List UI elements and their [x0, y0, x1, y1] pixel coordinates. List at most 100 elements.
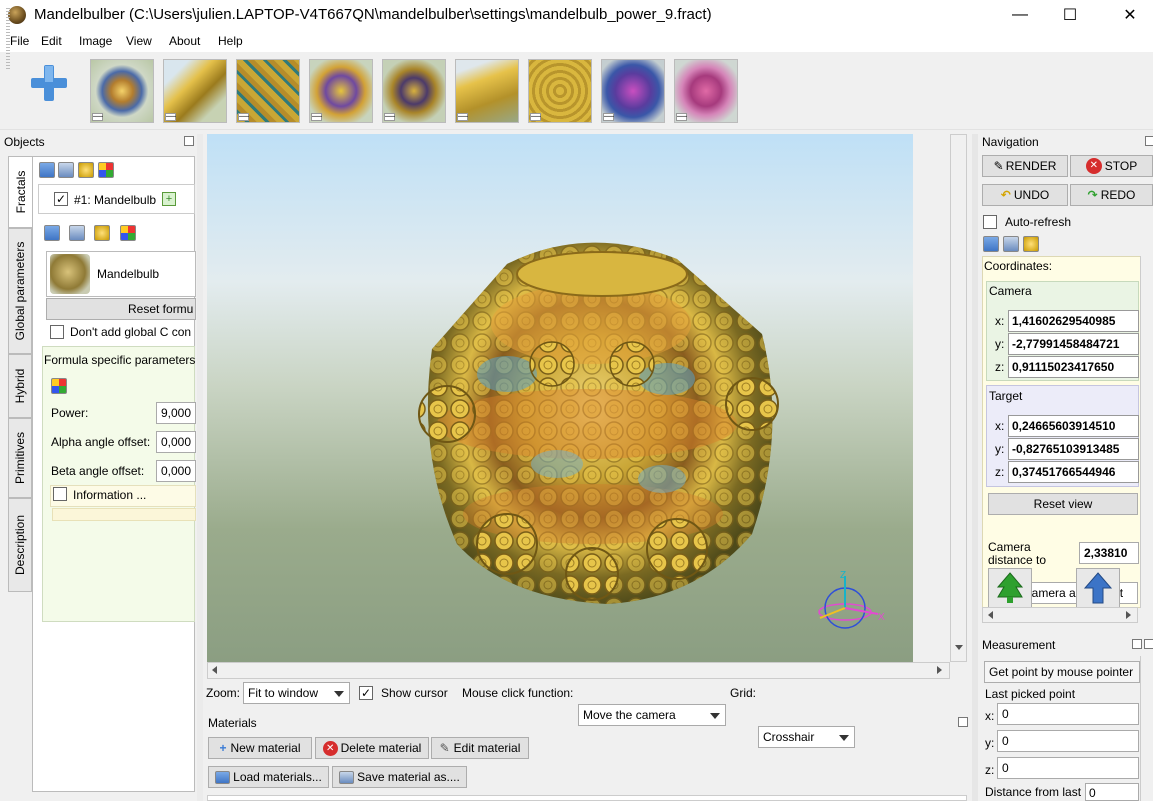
- camera-y-field[interactable]: -2,77991458484721: [1008, 333, 1139, 355]
- navigation-horizontal-scrollbar[interactable]: [982, 607, 1138, 623]
- delete-material-button[interactable]: ✕ Delete material: [315, 737, 429, 759]
- remove-preset-icon[interactable]: —: [238, 112, 249, 122]
- randomize-icon[interactable]: [98, 162, 114, 178]
- power-field[interactable]: 9,000: [156, 402, 196, 424]
- save-material-button[interactable]: Save material as....: [332, 766, 467, 788]
- undo-button[interactable]: ↶ UNDO: [982, 184, 1068, 206]
- target-y-field[interactable]: -0,82765103913485: [1008, 438, 1139, 460]
- menu-about[interactable]: About: [169, 34, 200, 48]
- move-forward-button[interactable]: [988, 568, 1032, 608]
- materials-list[interactable]: [207, 795, 967, 801]
- tab-description[interactable]: Description: [8, 498, 32, 592]
- move-up-button[interactable]: [1076, 568, 1120, 608]
- undock-icon[interactable]: [184, 136, 194, 146]
- maximize-button[interactable]: ☐: [1047, 0, 1093, 30]
- preset-thumbnail-9[interactable]: —: [674, 59, 738, 123]
- randomize-params-icon[interactable]: [51, 378, 67, 394]
- distance-field[interactable]: 0: [1085, 783, 1139, 801]
- preset-thumbnail-5[interactable]: —: [382, 59, 446, 123]
- preset-thumbnail-7[interactable]: —: [528, 59, 592, 123]
- preset-thumbnail-2[interactable]: —: [163, 59, 227, 123]
- remove-preset-icon[interactable]: —: [92, 112, 103, 122]
- tab-hybrid[interactable]: Hybrid: [8, 354, 32, 418]
- remove-preset-icon[interactable]: —: [311, 112, 322, 122]
- alpha-angle-field[interactable]: 0,000: [156, 431, 196, 453]
- measurement-scrollbar[interactable]: [1140, 656, 1153, 801]
- target-z-field[interactable]: 0,37451766544946: [1008, 461, 1139, 483]
- undock-icon[interactable]: [1145, 136, 1153, 146]
- viewport-vertical-scrollbar[interactable]: [950, 134, 967, 662]
- remove-preset-icon[interactable]: —: [165, 112, 176, 122]
- grid-select[interactable]: Crosshair: [758, 726, 855, 748]
- show-cursor-checkbox[interactable]: ✓: [359, 686, 373, 700]
- remove-preset-icon[interactable]: —: [384, 112, 395, 122]
- beta-angle-field[interactable]: 0,000: [156, 460, 196, 482]
- redo-button[interactable]: ↷ REDO: [1070, 184, 1153, 206]
- new-material-button[interactable]: + New material: [208, 737, 312, 759]
- preset-thumbnail-1[interactable]: —: [90, 59, 154, 123]
- edit-material-button[interactable]: ✎ Edit material: [431, 737, 529, 759]
- measure-x-field[interactable]: 0: [997, 703, 1139, 725]
- tab-global-parameters[interactable]: Global parameters: [8, 228, 32, 354]
- measure-z-field[interactable]: 0: [997, 757, 1139, 779]
- reset-formula-button[interactable]: Reset formu: [46, 298, 196, 320]
- coordinates-label: Coordinates:: [984, 259, 1053, 273]
- minimize-button[interactable]: —: [997, 0, 1043, 30]
- information-label[interactable]: Information ...: [73, 488, 146, 502]
- undo-view-icon[interactable]: [1023, 236, 1039, 252]
- fractal-enabled-checkbox[interactable]: ✓: [54, 192, 68, 206]
- remove-preset-icon[interactable]: —: [457, 112, 468, 122]
- menu-help[interactable]: Help: [218, 34, 243, 48]
- preset-thumbnail-8[interactable]: —: [601, 59, 665, 123]
- information-checkbox[interactable]: [53, 487, 67, 501]
- formula-params-title: Formula specific parameters: [44, 353, 196, 367]
- viewport-horizontal-scrollbar[interactable]: [207, 662, 950, 679]
- render-viewport[interactable]: Z X: [207, 134, 913, 662]
- stop-button[interactable]: ✕ STOP: [1070, 155, 1153, 177]
- measure-y-field[interactable]: 0: [997, 730, 1139, 752]
- camera-z-field[interactable]: 0,91115023417650: [1008, 356, 1139, 378]
- toolbar-grip[interactable]: [6, 8, 10, 70]
- menu-view[interactable]: View: [126, 34, 152, 48]
- camera-x-field[interactable]: 1,41602629540985: [1008, 310, 1139, 332]
- right-splitter[interactable]: [972, 134, 978, 801]
- load-materials-button[interactable]: Load materials...: [208, 766, 329, 788]
- mouse-function-select[interactable]: Move the camera: [578, 704, 726, 726]
- load-icon[interactable]: [39, 162, 55, 178]
- close-panel-icon[interactable]: [1144, 639, 1153, 649]
- undo-icon[interactable]: [78, 162, 94, 178]
- camera-distance-field[interactable]: 2,33810: [1079, 542, 1139, 564]
- undo-formula-icon[interactable]: [94, 225, 110, 241]
- preset-thumbnail-6[interactable]: —: [455, 59, 519, 123]
- save-icon[interactable]: [58, 162, 74, 178]
- close-button[interactable]: ✕: [1107, 0, 1153, 30]
- auto-refresh-checkbox[interactable]: [983, 215, 997, 229]
- randomize-formula-icon[interactable]: [120, 225, 136, 241]
- load-view-icon[interactable]: [983, 236, 999, 252]
- save-view-icon[interactable]: [1003, 236, 1019, 252]
- preset-thumbnail-4[interactable]: —: [309, 59, 373, 123]
- left-splitter[interactable]: [197, 134, 203, 801]
- load-formula-icon[interactable]: [44, 225, 60, 241]
- tab-fractals[interactable]: Fractals: [8, 156, 32, 228]
- menu-file[interactable]: File: [10, 34, 29, 48]
- undock-icon[interactable]: [958, 717, 968, 727]
- add-fractal-icon[interactable]: +: [162, 192, 176, 206]
- render-button[interactable]: ✎ RENDER: [982, 155, 1068, 177]
- get-point-button[interactable]: Get point by mouse pointer: [984, 661, 1140, 683]
- save-formula-icon[interactable]: [69, 225, 85, 241]
- preset-thumbnail-3[interactable]: —: [236, 59, 300, 123]
- target-x-field[interactable]: 0,24665603914510: [1008, 415, 1139, 437]
- add-preset-icon[interactable]: [28, 62, 70, 104]
- remove-preset-icon[interactable]: —: [603, 112, 614, 122]
- undock-icon[interactable]: [1132, 639, 1142, 649]
- navigation-vertical-scrollbar[interactable]: [1140, 256, 1153, 608]
- menu-image[interactable]: Image: [79, 34, 112, 48]
- tab-primitives[interactable]: Primitives: [8, 418, 32, 498]
- zoom-select[interactable]: Fit to window: [243, 682, 350, 704]
- remove-preset-icon[interactable]: —: [676, 112, 687, 122]
- dont-add-global-checkbox[interactable]: [50, 325, 64, 339]
- menu-edit[interactable]: Edit: [41, 34, 62, 48]
- reset-view-button[interactable]: Reset view: [988, 493, 1138, 515]
- remove-preset-icon[interactable]: —: [530, 112, 541, 122]
